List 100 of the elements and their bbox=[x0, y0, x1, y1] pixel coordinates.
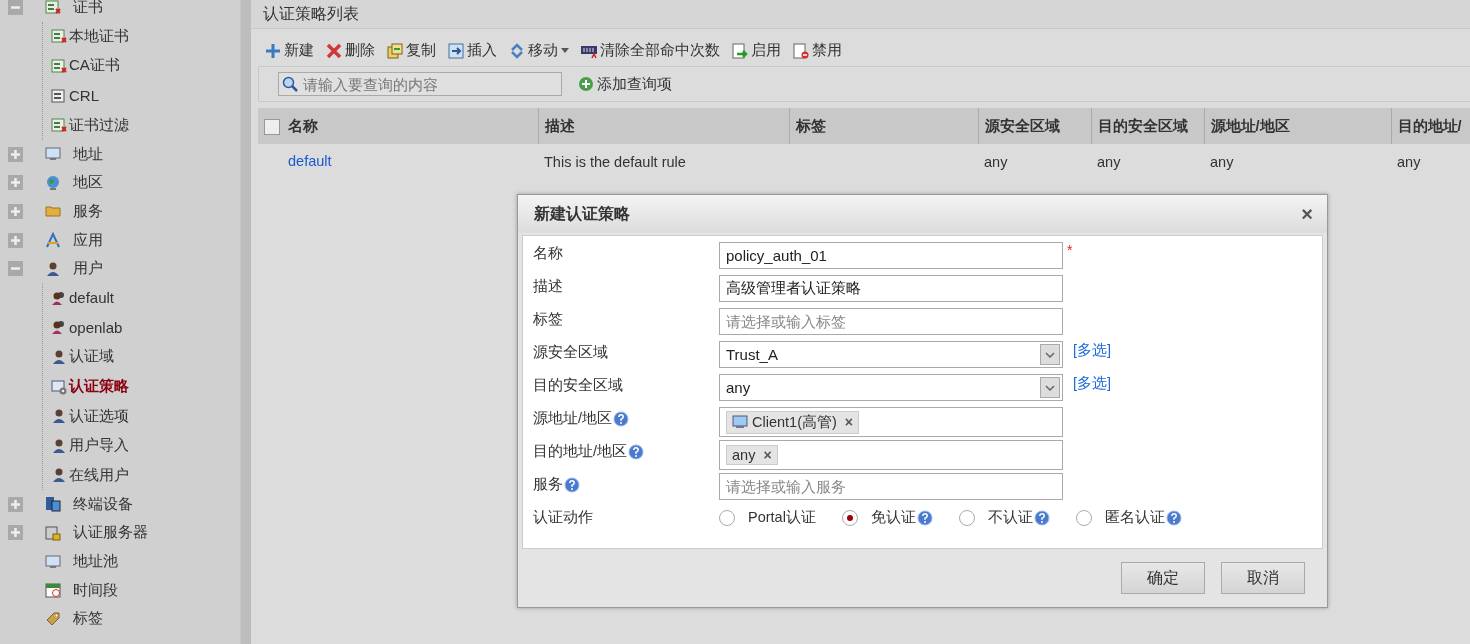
column-header: 目的地址/ bbox=[1397, 117, 1462, 134]
field-label: 服务 bbox=[533, 475, 563, 494]
column-header: 源安全区域 bbox=[984, 117, 1060, 134]
toolbar-button[interactable]: 移动 bbox=[509, 41, 569, 60]
radio-label: Portal认证 bbox=[748, 508, 816, 527]
add-icon bbox=[578, 76, 594, 92]
multi-select-link[interactable]: [多选] bbox=[1073, 374, 1112, 393]
tree-item[interactable]: 认证域 bbox=[69, 347, 114, 367]
table-cell: any bbox=[1397, 153, 1421, 170]
tree-item[interactable]: 证书 bbox=[73, 0, 103, 17]
user-icon bbox=[51, 467, 67, 484]
radio-label: 免认证 bbox=[870, 508, 916, 527]
required-mark: * bbox=[1067, 242, 1073, 258]
search-icon bbox=[282, 76, 298, 92]
text-field[interactable]: 请选择或输入服务 bbox=[719, 473, 1063, 500]
certificate-icon bbox=[51, 117, 67, 134]
user-icon bbox=[51, 348, 67, 365]
scrollbar[interactable] bbox=[240, 0, 251, 644]
radio-button[interactable] bbox=[719, 509, 735, 526]
certificate-icon bbox=[45, 0, 61, 16]
tree-item[interactable]: CRL bbox=[69, 87, 99, 105]
search-field[interactable]: 请输入要查询的内容 bbox=[278, 72, 562, 96]
table-cell: any bbox=[1097, 153, 1121, 170]
dialog-title: 新建认证策略 bbox=[534, 203, 630, 224]
copy-icon bbox=[387, 42, 403, 59]
column-header: 名称 bbox=[288, 117, 318, 134]
field-label: 源安全区域 bbox=[533, 343, 608, 362]
radio-button[interactable] bbox=[958, 509, 975, 526]
toolbar-button[interactable]: 清除全部命中次数 bbox=[581, 41, 720, 60]
tree-item[interactable]: 地址 bbox=[73, 144, 103, 164]
tree-item[interactable]: 认证策略 bbox=[69, 377, 129, 396]
multi-select-link[interactable]: [多选] bbox=[1073, 341, 1112, 360]
device-icon bbox=[45, 496, 61, 513]
calendar-icon bbox=[45, 582, 61, 599]
document-icon bbox=[51, 87, 67, 104]
monitor-icon bbox=[45, 553, 61, 570]
dialog-button[interactable]: 取消 bbox=[1221, 562, 1305, 594]
tree-item[interactable]: CA证书 bbox=[69, 56, 120, 76]
radio-button[interactable] bbox=[1075, 509, 1092, 526]
tree-item[interactable]: 应用 bbox=[73, 230, 103, 250]
table-cell: any bbox=[984, 153, 1008, 170]
tree-item[interactable]: 服务 bbox=[73, 201, 103, 221]
tree-item[interactable]: 地区 bbox=[73, 173, 103, 193]
toolbar-button[interactable]: 新建 bbox=[265, 41, 314, 60]
text-field[interactable]: policy_auth_01 bbox=[719, 242, 1063, 269]
field-label: 名称 bbox=[533, 244, 563, 263]
tree-item[interactable]: 用户 bbox=[73, 259, 103, 279]
toolbar-button[interactable]: 禁用 bbox=[793, 41, 842, 60]
text-field[interactable]: 高级管理者认证策略 bbox=[719, 275, 1063, 302]
tree-item[interactable]: 标签 bbox=[73, 609, 103, 629]
select-all-checkbox[interactable] bbox=[264, 118, 280, 135]
tree-item[interactable]: 证书过滤 bbox=[69, 115, 129, 135]
toolbar-button[interactable]: 启用 bbox=[732, 41, 781, 60]
column-header: 标签 bbox=[795, 117, 826, 134]
tree-item[interactable]: 认证服务器 bbox=[73, 523, 148, 543]
field-label: 源地址/地区 bbox=[533, 409, 613, 428]
field-label: 认证动作 bbox=[533, 508, 593, 527]
rule-name-link[interactable]: default bbox=[288, 152, 332, 169]
users-icon bbox=[51, 319, 67, 336]
field-label: 标签 bbox=[533, 310, 563, 329]
radio-label: 不认证 bbox=[987, 508, 1033, 527]
select-field[interactable]: Trust_A bbox=[719, 341, 1063, 368]
user-icon bbox=[51, 437, 67, 454]
tag-chip: any × bbox=[726, 445, 778, 465]
document-minus-icon bbox=[793, 42, 809, 59]
column-header: 源地址/地区 bbox=[1210, 117, 1290, 134]
tree-item[interactable]: 在线用户 bbox=[69, 465, 129, 485]
monitor-icon bbox=[45, 146, 61, 163]
tree-item[interactable]: 用户导入 bbox=[69, 436, 129, 456]
toolbar-button[interactable]: 复制 bbox=[387, 41, 436, 60]
table-cell: This is the default rule bbox=[544, 153, 686, 170]
field-label: 描述 bbox=[533, 277, 563, 296]
field-label: 目的安全区域 bbox=[533, 376, 623, 395]
tree-item[interactable]: openlab bbox=[69, 318, 123, 336]
tag-chip: Client1(高管) × bbox=[726, 410, 859, 434]
radio-label: 匿名认证 bbox=[1104, 508, 1165, 527]
delete-icon bbox=[326, 42, 342, 59]
radio-button[interactable] bbox=[841, 509, 858, 526]
tree-item[interactable]: 终端设备 bbox=[73, 494, 133, 514]
user-icon bbox=[45, 260, 61, 277]
plus-icon bbox=[265, 42, 281, 59]
tag-input-field[interactable]: any × bbox=[719, 440, 1063, 470]
toolbar-button[interactable]: 插入 bbox=[448, 41, 497, 60]
panel-title: 认证策略列表 bbox=[263, 3, 359, 24]
tree-item[interactable]: 本地证书 bbox=[69, 26, 129, 46]
tag-input-field[interactable]: Client1(高管) × bbox=[719, 407, 1063, 437]
folder-icon bbox=[45, 203, 61, 220]
add-filter-button[interactable]: 添加查询项 bbox=[578, 74, 672, 94]
select-field[interactable]: any bbox=[719, 374, 1063, 401]
text-field[interactable]: 请选择或输入标签 bbox=[719, 308, 1063, 335]
tree-item[interactable]: 时间段 bbox=[73, 580, 118, 600]
tree-item[interactable]: default bbox=[69, 289, 115, 307]
users-icon bbox=[51, 289, 67, 306]
certificate-icon bbox=[51, 58, 67, 74]
dialog-button[interactable]: 确定 bbox=[1121, 562, 1205, 594]
tree-item[interactable]: 认证选项 bbox=[69, 406, 129, 426]
tree-item[interactable]: 地址池 bbox=[73, 552, 118, 572]
toolbar-button[interactable]: 删除 bbox=[326, 41, 375, 60]
insert-icon bbox=[448, 42, 464, 59]
close-button[interactable]: × bbox=[1301, 204, 1313, 224]
